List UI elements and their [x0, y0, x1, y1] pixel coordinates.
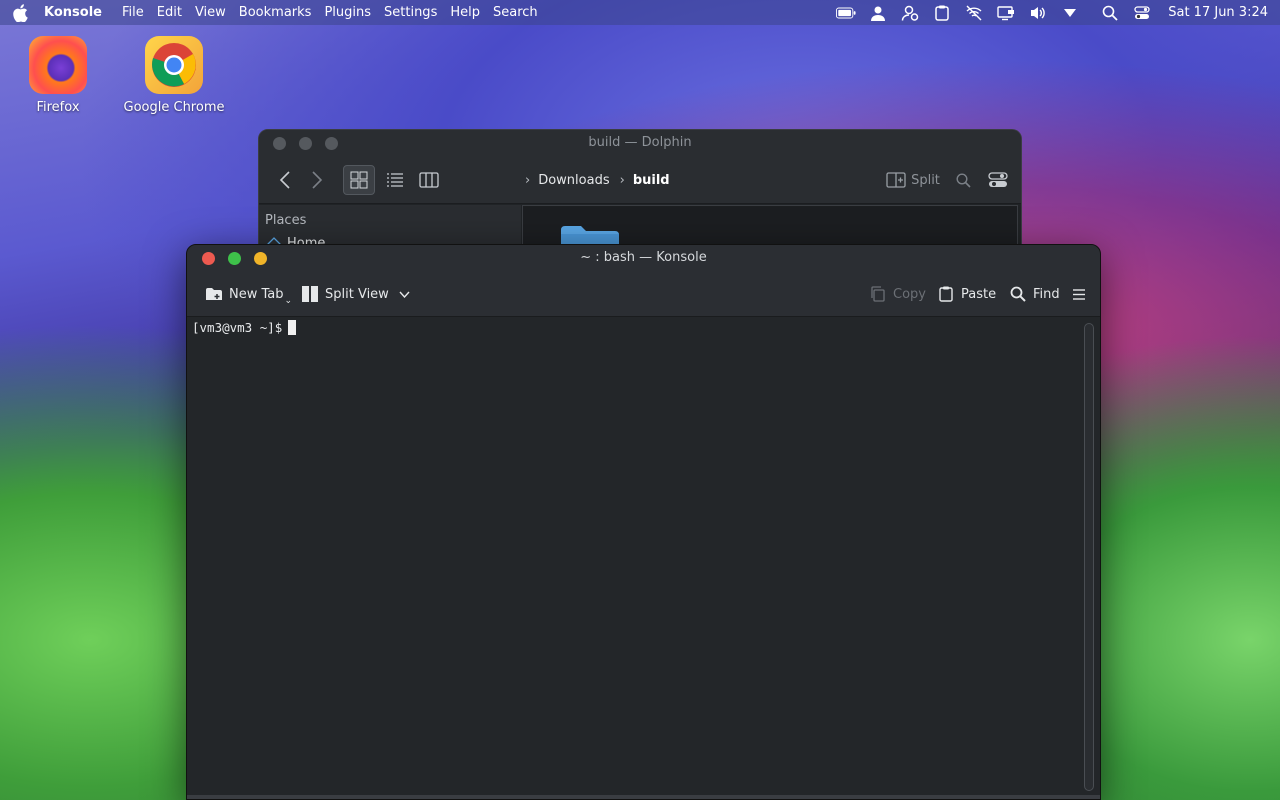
menu-bookmarks[interactable]: Bookmarks	[239, 5, 312, 20]
search-button[interactable]	[951, 165, 975, 195]
clock[interactable]: Sat 17 Jun 3:24	[1168, 5, 1268, 20]
breadcrumb-build[interactable]: build	[633, 173, 670, 188]
menu-edit[interactable]: Edit	[157, 5, 182, 20]
split-view-button[interactable]: Split View	[301, 279, 410, 309]
search-icon	[1009, 285, 1027, 303]
menu-search[interactable]: Search	[493, 5, 538, 20]
breadcrumb-downloads[interactable]: Downloads	[538, 173, 609, 188]
back-button[interactable]	[273, 165, 297, 195]
hamburger-menu-button[interactable]	[1071, 279, 1087, 309]
display-icon[interactable]	[996, 4, 1016, 22]
list-icon	[387, 173, 403, 187]
scrollbar[interactable]	[1084, 323, 1094, 791]
split-label: Split	[911, 172, 940, 188]
terminal-bottom-border	[187, 795, 1100, 799]
user-icon[interactable]	[868, 4, 888, 22]
menu-view[interactable]: View	[195, 5, 226, 20]
dolphin-titlebar[interactable]: build — Dolphin	[259, 130, 1021, 156]
hamburger-icon	[1073, 288, 1085, 300]
copy-button[interactable]: Copy	[869, 279, 926, 309]
user-switch-icon[interactable]	[900, 4, 920, 22]
icons-view-button[interactable]	[343, 165, 375, 195]
clipboard-icon[interactable]	[932, 4, 952, 22]
maximize-button[interactable]	[325, 137, 338, 150]
close-button[interactable]	[202, 252, 215, 265]
find-button[interactable]: Find	[1009, 279, 1060, 309]
desktop-icon-google-chrome[interactable]: Google Chrome	[119, 36, 229, 115]
breadcrumb: › Downloads › build	[525, 156, 670, 204]
maximize-button[interactable]	[228, 252, 241, 265]
apple-menu-icon[interactable]	[10, 3, 30, 23]
chrome-icon	[145, 36, 203, 94]
konsole-toolbar: New Tab ⌄ Split View Copy Paste Find	[187, 271, 1100, 317]
copy-icon	[869, 285, 887, 303]
desktop-icon-firefox[interactable]: Firefox	[3, 36, 113, 115]
desktop-icon-label: Google Chrome	[123, 100, 225, 115]
chevron-right-icon: ›	[619, 172, 625, 188]
minimize-button[interactable]	[299, 137, 312, 150]
paste-button[interactable]: Paste	[937, 279, 996, 309]
chevron-right-icon	[312, 171, 323, 189]
columns-icon	[419, 172, 439, 188]
find-label: Find	[1033, 286, 1060, 302]
terminal-prompt: [vm3@vm3 ~]$	[192, 320, 297, 335]
places-header: Places	[265, 213, 307, 228]
close-button[interactable]	[273, 137, 286, 150]
konsole-titlebar[interactable]: ~ : bash — Konsole	[187, 245, 1100, 271]
split-icon	[886, 172, 906, 188]
forward-button[interactable]	[305, 165, 329, 195]
volume-icon[interactable]	[1028, 4, 1048, 22]
copy-label: Copy	[893, 286, 926, 302]
paste-icon	[937, 285, 955, 303]
system-tray: Sat 17 Jun 3:24	[830, 0, 1280, 25]
chevron-down-icon: ⌄	[284, 296, 293, 306]
details-view-button[interactable]	[381, 165, 409, 195]
grid-icon	[350, 171, 368, 189]
tray-expand-icon[interactable]	[1060, 4, 1080, 22]
menu-plugins[interactable]: Plugins	[324, 5, 371, 20]
split-button[interactable]: Split	[885, 165, 941, 195]
text-cursor	[288, 320, 297, 335]
split-view-icon	[301, 285, 319, 303]
menu-bar: Konsole File Edit View Bookmarks Plugins…	[0, 0, 1280, 25]
battery-icon[interactable]	[836, 4, 856, 22]
search-icon	[955, 172, 971, 188]
chevron-right-icon: ›	[525, 172, 531, 188]
terminal-area[interactable]: [vm3@vm3 ~]$	[187, 317, 1100, 799]
desktop-icon-label: Firefox	[36, 100, 80, 115]
menu-settings[interactable]: Settings	[384, 5, 437, 20]
menu-help[interactable]: Help	[450, 5, 480, 20]
paste-label: Paste	[961, 286, 997, 302]
control-center-icon[interactable]	[1132, 4, 1152, 22]
toggles-icon	[988, 172, 1008, 187]
chevron-left-icon	[279, 171, 290, 189]
minimize-button[interactable]	[254, 252, 267, 265]
new-tab-icon	[205, 285, 223, 303]
prompt-text: [vm3@vm3 ~]$	[192, 320, 283, 335]
search-icon[interactable]	[1100, 4, 1120, 22]
konsole-window: ~ : bash — Konsole New Tab ⌄ Split View …	[186, 244, 1101, 800]
window-title: ~ : bash — Konsole	[580, 250, 707, 265]
columns-view-button[interactable]	[415, 165, 443, 195]
new-tab-label: New Tab	[229, 286, 284, 302]
new-tab-button[interactable]: New Tab ⌄	[205, 279, 292, 309]
active-app-name[interactable]: Konsole	[44, 5, 102, 20]
folder-icon	[561, 226, 619, 246]
toggle-panels-button[interactable]	[985, 165, 1011, 195]
dolphin-toolbar: › Downloads › build Split	[259, 156, 1021, 204]
window-title: build — Dolphin	[588, 135, 692, 150]
split-view-label: Split View	[325, 286, 389, 302]
menu-file[interactable]: File	[122, 5, 144, 20]
firefox-icon	[29, 36, 87, 94]
network-disconnected-icon[interactable]	[964, 4, 984, 22]
chevron-down-icon[interactable]	[399, 287, 410, 302]
